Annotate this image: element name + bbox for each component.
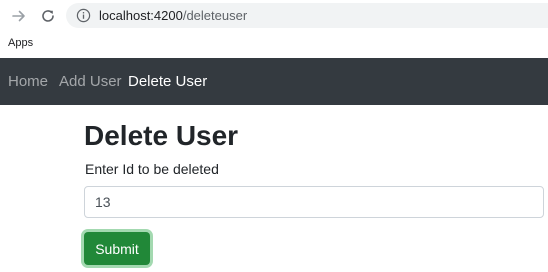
nav-link-add-user[interactable]: Add User bbox=[59, 73, 122, 91]
reload-icon bbox=[42, 10, 54, 22]
submit-button[interactable]: Submit bbox=[84, 232, 150, 265]
info-icon[interactable] bbox=[76, 8, 91, 23]
nav-link-delete-user[interactable]: Delete User bbox=[128, 73, 207, 91]
id-input[interactable] bbox=[84, 186, 544, 218]
address-bar[interactable]: localhost:4200/deleteuser bbox=[66, 3, 548, 28]
browser-toolbar: localhost:4200/deleteuser bbox=[0, 0, 548, 31]
bookmarks-bar: Apps bbox=[0, 31, 548, 57]
arrow-right-icon bbox=[12, 10, 25, 22]
id-field-label: Enter Id to be deleted bbox=[85, 161, 219, 177]
navbar: Home Add User Delete User bbox=[0, 58, 548, 105]
apps-shortcut[interactable]: Apps bbox=[8, 37, 33, 50]
reload-button[interactable] bbox=[37, 5, 59, 27]
address-url[interactable]: localhost:4200/deleteuser bbox=[99, 8, 247, 23]
forward-button[interactable] bbox=[8, 5, 30, 27]
url-path: /deleteuser bbox=[182, 8, 248, 23]
url-host: localhost:4200 bbox=[99, 8, 183, 23]
page-title: Delete User bbox=[84, 120, 239, 151]
nav-link-home[interactable]: Home bbox=[8, 73, 48, 91]
